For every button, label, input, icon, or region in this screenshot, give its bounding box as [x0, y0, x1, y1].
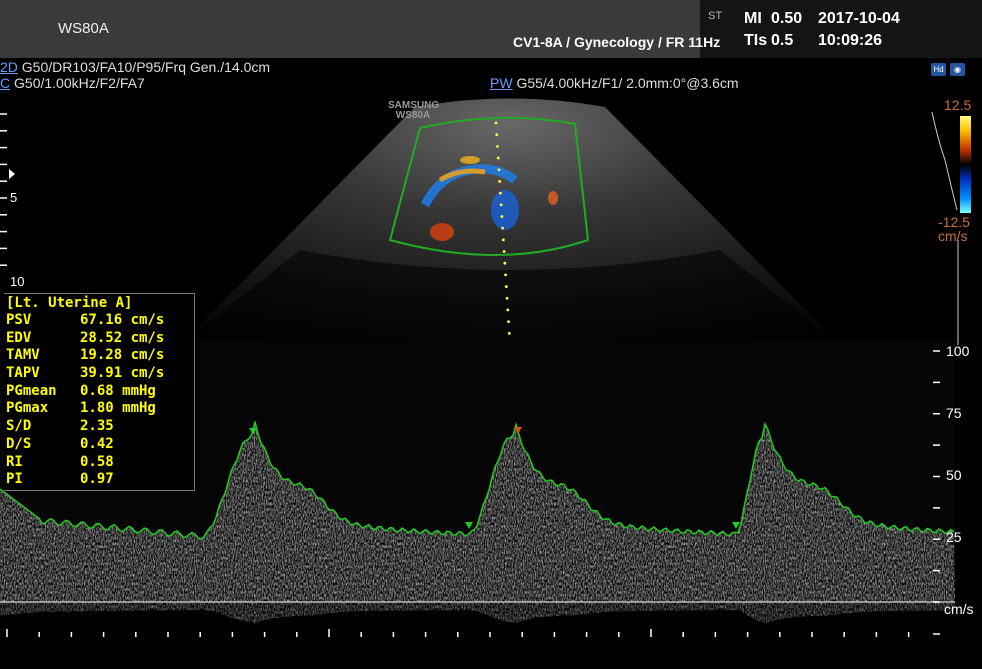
measurement-panel: [Lt. Uterine A] PSV 67.16 cm/s EDV 28.52 c…: [4, 293, 195, 491]
velocity-label-75: 75: [946, 405, 962, 421]
depth-label-5: 5: [10, 190, 18, 205]
measurement-row-pgmax: PGmax 1.80 mmHg: [6, 400, 156, 417]
velocity-label-25: 25: [946, 529, 962, 545]
color-bar-unit: cm/s: [938, 228, 968, 244]
measurement-title: [Lt. Uterine A]: [6, 295, 133, 311]
measurement-row-pgmean: PGmean 0.68 mmHg: [6, 382, 156, 399]
time-scale: [6, 629, 910, 637]
measurement-row-ds: D/S 0.42: [6, 435, 114, 452]
color-bar-max: 12.5: [944, 97, 972, 113]
measurement-row-psv: PSV 67.16 cm/s: [6, 312, 165, 328]
velocity-label-50: 50: [946, 467, 962, 483]
measurement-row-tamv: TAMV 19.28 cm/s: [6, 347, 165, 364]
velocity-label-100: 100: [946, 343, 970, 359]
measurement-row-pi: PI 0.97: [6, 471, 114, 488]
depth-label-10: 10: [10, 274, 25, 289]
color-bar-curve: [931, 111, 958, 211]
velocity-unit: cm/s: [944, 601, 974, 617]
depth-scale: [0, 113, 7, 266]
measurement-row-tapv: TAPV 39.91 cm/s: [6, 365, 165, 382]
focus-marker: [9, 169, 15, 179]
watermark-model: WS80A: [395, 110, 431, 121]
color-bar: [960, 116, 971, 213]
measurement-row-ri: RI 0.58: [6, 453, 114, 470]
measurement-row-edv: EDV 28.52 cm/s: [6, 329, 165, 346]
measurement-row-sd: S/D 2.35: [6, 418, 114, 435]
